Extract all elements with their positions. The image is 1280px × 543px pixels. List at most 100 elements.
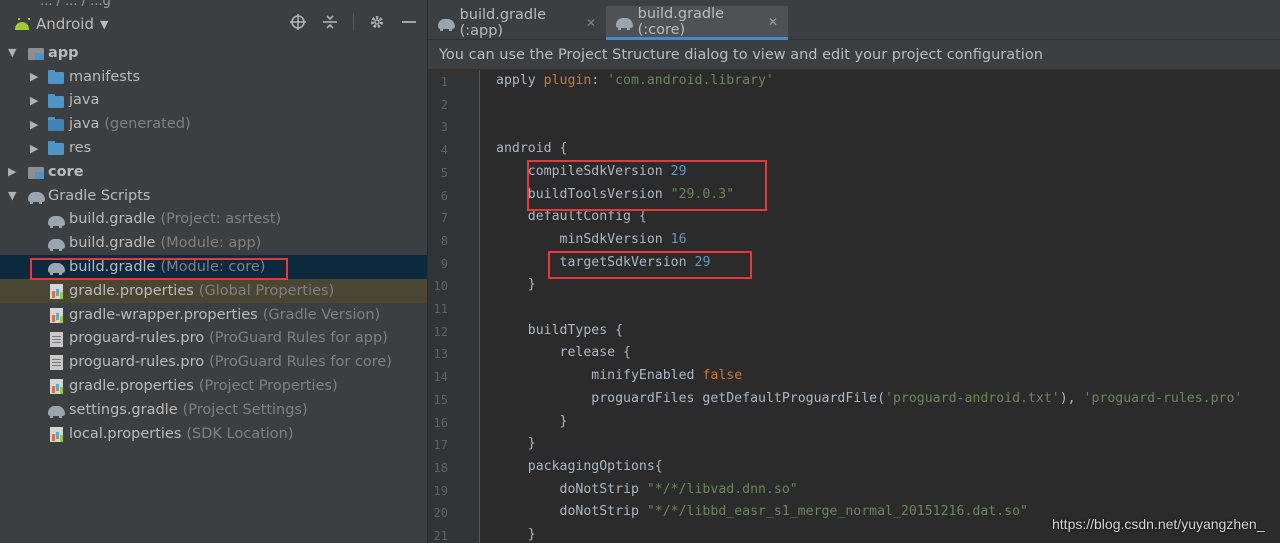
collapsed-arrow-icon[interactable]: ▶ [8,165,20,178]
code-editor[interactable]: apply plugin: 'com.android.library' andro… [480,70,1280,543]
code-token: plugin [543,73,592,88]
file-hint: (ProGuard Rules for core) [209,354,392,371]
code-token: release { [496,345,631,361]
tree-item[interactable]: ▶ java (generated) [0,112,427,136]
tree-item-label: res [69,140,91,156]
collapsed-arrow-icon[interactable]: ▶ [30,142,42,155]
file-name: local.properties [69,425,182,442]
window-title-fragment: ... / ... / ...g [40,0,111,9]
code-line: packagingOptions{ [496,459,663,474]
tree-item[interactable]: proguard-rules.pro (ProGuard Rules for co… [0,350,427,374]
code-token: } [496,277,536,293]
tree-item[interactable]: build.gradle (Module: app) [0,231,427,255]
proguard-file-icon [48,331,66,347]
collapsed-arrow-icon[interactable]: ▶ [30,94,42,107]
project-view-selector[interactable]: Android ▼ [14,14,108,34]
file-hint: (SDK Location) [186,425,294,442]
generated-folder-icon [48,116,66,132]
tree-item[interactable]: ▶ res [0,136,427,160]
collapsed-arrow-icon[interactable]: ▶ [30,70,42,83]
close-icon[interactable]: ✕ [768,15,778,29]
code-line: buildToolsVersion "29.0.3" [496,187,734,202]
code-line: targetSdkVersion 29 [496,254,711,270]
tree-item[interactable]: gradle.properties (Global Properties) [0,278,427,303]
tree-item[interactable]: ▶ manifests [0,65,427,89]
line-number: 19 [433,483,448,498]
code-token: 29 [694,254,711,270]
code-token: "*/*/libvad.dnn.so" [646,481,798,497]
code-token: proguardFiles getDefaultProguardFile( [496,390,886,406]
tree-item-label: gradle.properties (Global Properties) [69,283,334,299]
editor-tabs-bar: build.gradle (:app) ✕ build.gradle (:cor… [428,0,1280,40]
tree-item-label: manifests [69,69,140,85]
file-hint: (generated) [104,116,191,133]
project-tree: ▼ app ▶ manifests ▶ java ▶ java (generated) ▶ res ▶… [0,41,427,446]
expanded-arrow-icon[interactable]: ▼ [8,189,20,202]
tree-item[interactable]: local.properties (SDK Location) [0,422,427,446]
line-number: 13 [433,347,448,362]
project-panel-toolbar [289,13,418,31]
file-hint: (Gradle Version) [262,306,381,323]
file-name: proguard-rules.pro [69,354,205,371]
file-name: res [69,140,92,157]
tab-build-gradle-core[interactable]: build.gradle (:core) ✕ [606,6,788,40]
line-number: 21 [433,529,448,543]
line-number: 6 [440,188,448,203]
gradle-elephant-icon [48,235,66,252]
tree-item[interactable]: build.gradle (Module: core) [0,255,427,279]
code-token: defaultConfig { [496,209,647,225]
code-line: } [496,277,536,292]
line-number: 1 [440,75,448,89]
tree-item-label: build.gradle (Project: asrtest) [69,211,281,227]
tree-item[interactable]: ▶ java [0,89,427,113]
collapsed-arrow-icon[interactable]: ▶ [30,118,42,131]
android-icon [14,18,30,30]
tree-item[interactable]: gradle-wrapper.properties (Gradle Version… [0,303,427,327]
code-token: false [702,368,743,384]
line-number: 4 [440,143,448,158]
proguard-file-icon [48,354,66,371]
tree-item[interactable]: build.gradle (Project: asrtest) [0,208,427,232]
tab-label: build.gradle (:core) [637,5,725,38]
gradle-elephant-icon [48,212,66,228]
tree-item-label: core [48,164,84,180]
tree-item[interactable]: ▼ app [0,41,427,65]
tree-item-label: app [48,45,79,61]
collapse-all-icon[interactable] [321,13,339,31]
folder-icon [48,69,66,85]
tree-item[interactable]: ▶ core [0,160,427,184]
tab-build-gradle-app[interactable]: build.gradle (:app) ✕ [428,6,606,40]
file-name: build.gradle [69,211,156,228]
gear-icon[interactable] [368,13,386,31]
tree-item-label: build.gradle (Module: core) [69,259,265,275]
crosshair-icon[interactable] [289,13,307,31]
tree-item[interactable]: proguard-rules.pro (ProGuard Rules for ap… [0,327,427,351]
close-icon[interactable]: ✕ [586,16,596,30]
code-line: compileSdkVersion 29 [496,164,687,179]
folder-icon [48,140,66,156]
code-line: android { [496,141,567,156]
line-number: 14 [433,370,448,385]
code-token: doNotStrip [496,481,647,497]
line-number: 5 [440,165,448,180]
project-view-label: Android [36,15,94,33]
file-name: gradle-wrapper.properties [69,306,258,323]
expanded-arrow-icon[interactable]: ▼ [8,46,20,59]
project-panel-header: ... / ... / ...g Android ▼ [0,0,427,40]
line-number: 8 [440,233,448,248]
file-name: Gradle Scripts [48,187,151,204]
project-structure-notice[interactable]: You can use the Project Structure dialog… [428,40,1280,70]
tree-item[interactable]: ▼ Gradle Scripts [0,184,427,208]
tree-item[interactable]: settings.gradle (Project Settings) [0,398,427,422]
code-token: } [496,527,536,542]
code-token: 'com.android.library' [607,73,774,88]
file-name: build.gradle [69,235,156,252]
properties-file-icon [48,426,66,442]
properties-file-icon [48,283,66,299]
line-number: 3 [440,120,448,135]
line-number: 16 [433,415,448,430]
code-token: minifyEnabled [496,368,703,384]
code-line: apply plugin: 'com.android.library' [496,73,774,88]
tree-item[interactable]: gradle.properties (Project Properties) [0,374,427,398]
minimize-icon[interactable] [400,13,418,31]
